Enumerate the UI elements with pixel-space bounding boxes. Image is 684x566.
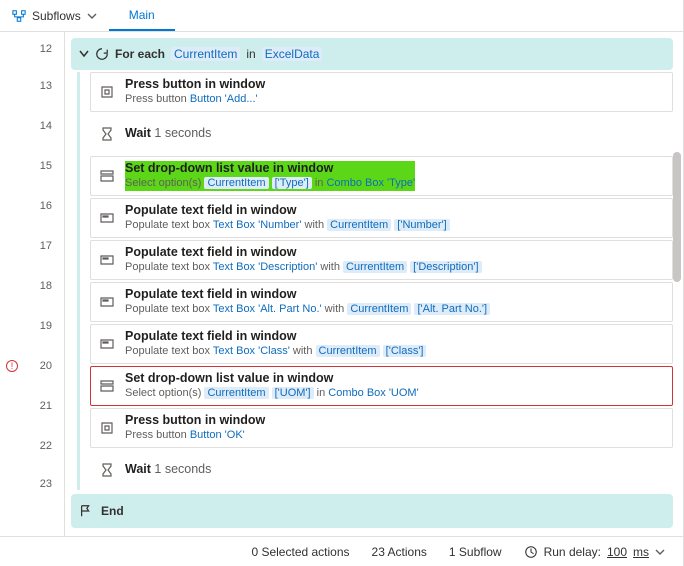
status-bar: 0 Selected actions 23 Actions 1 Subflow … (0, 536, 683, 566)
clock-icon (524, 545, 538, 559)
populate-icon (99, 210, 115, 226)
app-root: Subflows Main 1213141516171819!20212223 … (0, 0, 684, 566)
line-gutter: 1213141516171819!20212223 (0, 32, 64, 536)
scrollbar-track[interactable] (671, 32, 681, 536)
action-dropdown[interactable]: Set drop-down list value in windowSelect… (90, 366, 673, 406)
action-populate[interactable]: Populate text field in windowPopulate te… (90, 198, 673, 238)
line-number: 15 (0, 146, 52, 186)
foreach-end[interactable]: End (71, 494, 673, 528)
action-populate[interactable]: Populate text field in windowPopulate te… (90, 240, 673, 280)
dropdown-icon (99, 378, 115, 394)
subflows-label: Subflows (32, 9, 81, 23)
collapse-chevron-icon (79, 49, 89, 59)
wait-icon (99, 126, 115, 142)
status-subflows: 1 Subflow (449, 545, 502, 559)
run-delay-value: 100 (607, 545, 627, 559)
tab-main-label: Main (129, 8, 155, 22)
status-selected: 0 Selected actions (251, 545, 349, 559)
flag-icon (79, 504, 93, 518)
foreach-body: Press button in windowPress button Butto… (77, 72, 673, 490)
line-number: !20 (0, 346, 52, 386)
line-number: 18 (0, 266, 52, 306)
foreach-header[interactable]: For each CurrentItem in ExcelData (71, 38, 673, 70)
wait-icon (99, 462, 115, 478)
subflows-dropdown[interactable]: Subflows (0, 0, 109, 31)
flow-canvas: For each CurrentItem in ExcelData Press … (65, 32, 683, 536)
line-number: 19 (0, 306, 52, 346)
scrollbar-thumb[interactable] (673, 152, 681, 282)
action-wait[interactable]: Wait 1 seconds (90, 114, 673, 154)
editor-body: 1213141516171819!20212223 For each Curre… (0, 32, 683, 536)
line-number: 13 (0, 66, 52, 106)
line-number: 14 (0, 106, 52, 146)
action-dropdown[interactable]: Set drop-down list value in windowSelect… (90, 156, 673, 196)
action-populate[interactable]: Populate text field in windowPopulate te… (90, 324, 673, 364)
line-number: 16 (0, 186, 52, 226)
press-icon (99, 420, 115, 436)
line-number: 12 (0, 32, 52, 66)
end-label: End (101, 504, 124, 518)
foreach-block: For each CurrentItem in ExcelData Press … (71, 38, 673, 528)
chevron-down-icon (655, 547, 665, 557)
foreach-in: in (246, 47, 255, 61)
line-number: 22 (0, 426, 52, 466)
dropdown-icon (99, 168, 115, 184)
chevron-down-icon (87, 11, 97, 21)
status-actions: 23 Actions (372, 545, 427, 559)
line-number: 17 (0, 226, 52, 266)
populate-icon (99, 336, 115, 352)
press-icon (99, 84, 115, 100)
action-populate[interactable]: Populate text field in windowPopulate te… (90, 282, 673, 322)
action-press[interactable]: Press button in windowPress button Butto… (90, 72, 673, 112)
line-number: 21 (0, 386, 52, 426)
foreach-label: For each (115, 47, 165, 61)
action-press[interactable]: Press button in windowPress button Butto… (90, 408, 673, 448)
foreach-var: CurrentItem (171, 47, 240, 61)
tab-bar: Subflows Main (0, 0, 683, 32)
error-indicator-icon[interactable]: ! (6, 360, 18, 372)
loop-icon (95, 47, 109, 61)
populate-icon (99, 294, 115, 310)
tab-main[interactable]: Main (109, 0, 175, 31)
subflows-icon (12, 9, 26, 23)
run-delay-control[interactable]: Run delay: 100 ms (524, 545, 665, 559)
action-wait[interactable]: Wait 1 seconds (90, 450, 673, 490)
run-delay-label: Run delay: (544, 545, 601, 559)
run-delay-unit: ms (633, 545, 649, 559)
foreach-source: ExcelData (262, 47, 323, 61)
line-number: 23 (0, 466, 52, 502)
populate-icon (99, 252, 115, 268)
